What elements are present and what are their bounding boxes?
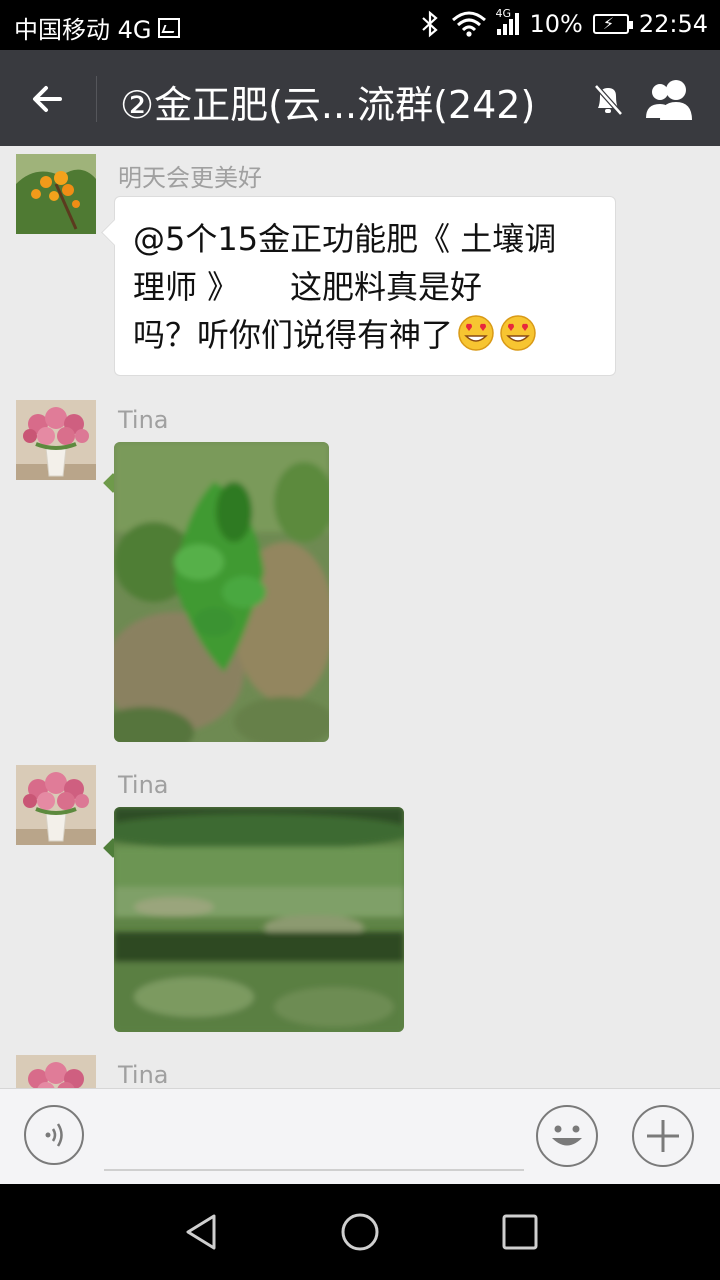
chat-message-list[interactable]: 明天会更美好 @5个15金正功能肥《 土壤调 理师 》 这肥料真是好 吗？听你们… [0,146,720,1088]
clock: 22:54 [638,10,708,38]
header-divider [96,76,97,122]
back-arrow-icon[interactable] [22,72,76,126]
voice-input-button[interactable] [24,1105,84,1165]
flower-vase-avatar-image [16,1055,96,1088]
system-nav-bar [0,1184,720,1280]
avatar[interactable] [16,400,96,480]
wifi-icon [452,11,487,37]
emoji-icon [552,1125,582,1146]
voice-icon [45,1123,63,1147]
message-line-text: 吗？听你们说得有神了 [133,316,454,354]
group-members-icon[interactable] [642,76,702,122]
image-message[interactable] [114,807,404,1032]
emoji-button[interactable] [536,1105,598,1167]
mute-bell-icon [594,84,623,116]
image-message[interactable] [114,442,329,742]
message-line: 理师 》 这肥料真是好 [133,268,483,306]
sender-name: Tina [118,406,169,434]
bluetooth-icon [422,10,439,38]
plus-icon [647,1120,679,1152]
heart-eyes-emoji-icon [500,315,536,351]
gallery-notification-icon [157,17,180,38]
sender-name: Tina [118,771,169,799]
flower-vase-avatar-image [16,765,96,845]
orange-tree-avatar-image [16,154,96,234]
message-text-input[interactable] [104,1109,524,1171]
recents-square-icon[interactable] [496,1208,544,1256]
network-badge: 4G [495,7,512,20]
more-actions-button[interactable] [632,1105,694,1167]
back-triangle-icon[interactable] [178,1208,226,1256]
battery-percent: 10% [529,10,583,38]
chat-title[interactable]: ②金正肥(云...流群(242) [120,74,535,129]
sender-name: 明天会更美好 [118,164,262,192]
avatar[interactable] [16,154,96,234]
chat-header: ②金正肥(云...流群(242) [0,50,720,146]
field-photo [114,807,404,1032]
message-line-last: 吗？听你们说得有神了 [133,311,597,359]
message-line: @5个15金正功能肥《 土壤调 [133,220,557,258]
signal-icon: 4G [495,7,520,35]
carrier-label: 中国移动 4G [14,16,152,44]
avatar[interactable] [16,765,96,845]
heart-eyes-emoji-icon [458,315,494,351]
sender-name: Tina [118,1061,169,1088]
text-message-bubble[interactable]: @5个15金正功能肥《 土壤调 理师 》 这肥料真是好 吗？听你们说得有神了 [114,196,616,376]
avatar[interactable] [16,1055,96,1088]
home-circle-icon[interactable] [336,1208,384,1256]
chat-input-bar [0,1088,720,1184]
seedling-photo [114,442,329,742]
flower-vase-avatar-image [16,400,96,480]
battery-icon: ⚡ [592,14,633,34]
status-bar: 中国移动 4G 4G 10% ⚡ 22:54 [0,0,720,50]
